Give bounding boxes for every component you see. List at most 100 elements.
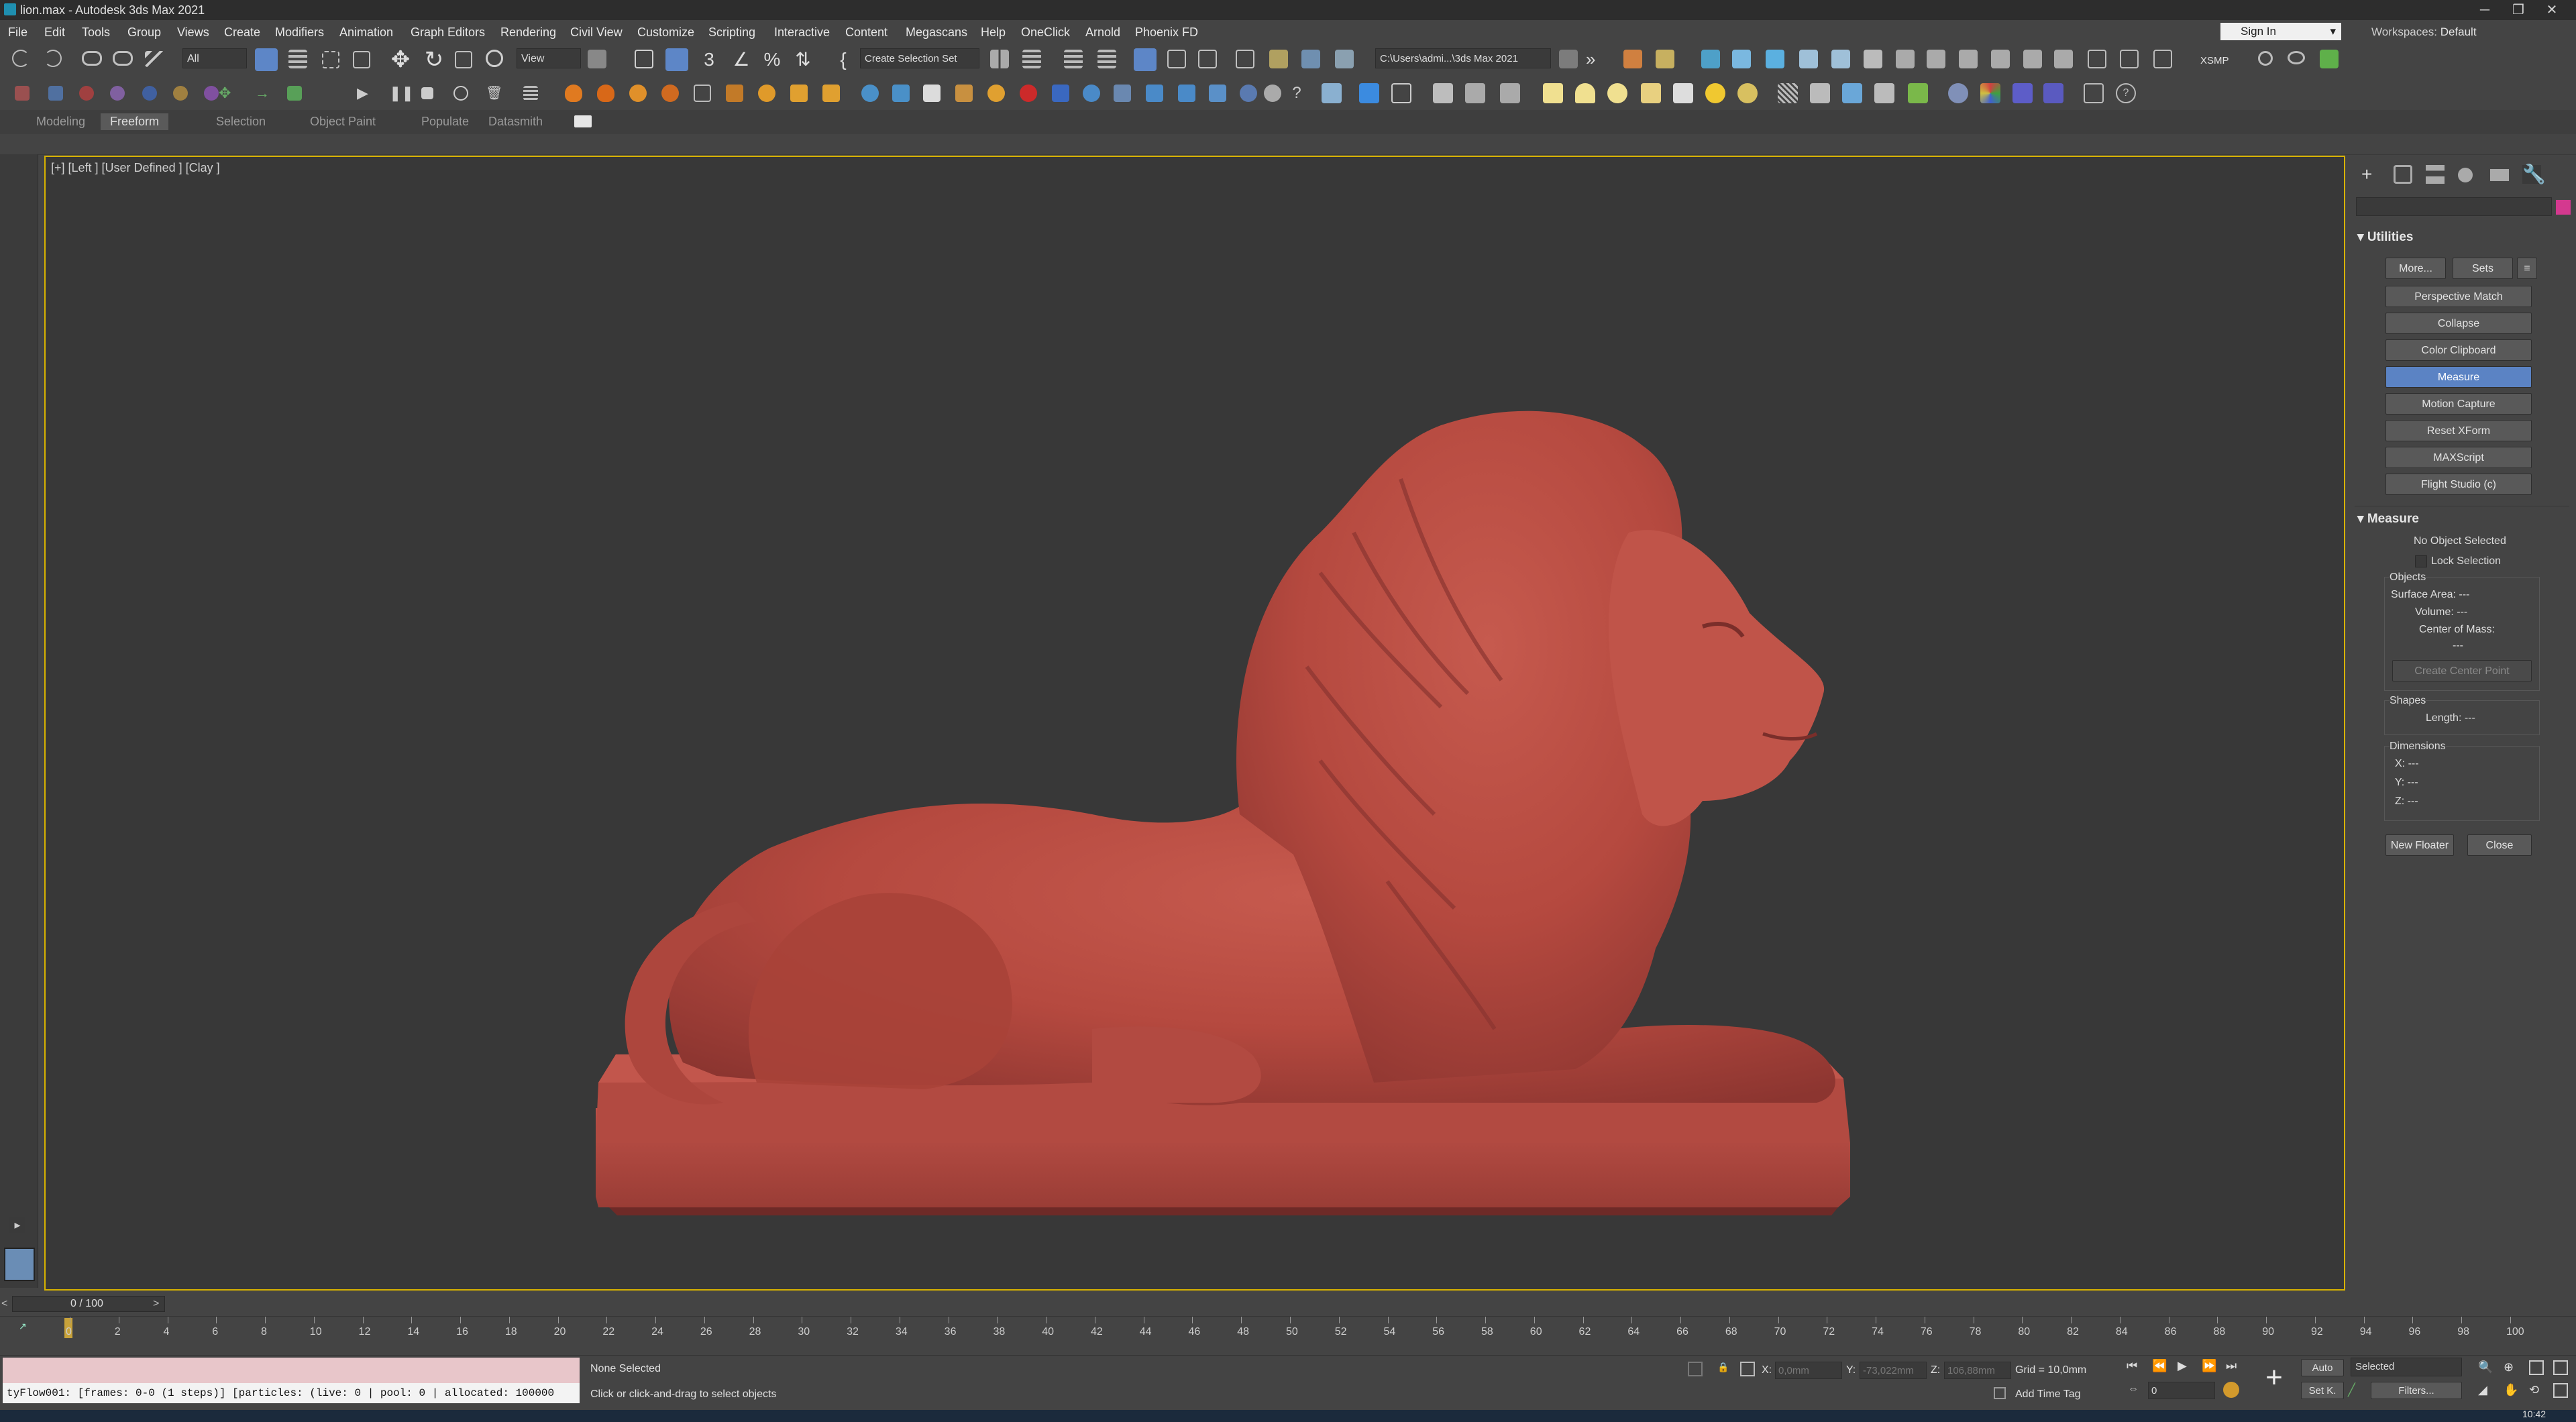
arnold-aov-icon[interactable]: [1959, 50, 1978, 68]
rectangular-selection-icon[interactable]: [322, 51, 339, 68]
measure-button[interactable]: Measure: [2385, 366, 2532, 388]
reference-coordinate-dropdown[interactable]: View: [517, 48, 581, 68]
sphere-light-icon[interactable]: [1607, 83, 1627, 103]
motion-capture-button[interactable]: Motion Capture: [2385, 393, 2532, 415]
collapse-button[interactable]: Collapse: [2385, 313, 2532, 334]
liquid-source-icon[interactable]: [892, 85, 910, 102]
y-coord-field[interactable]: -73,022mm: [1860, 1362, 1927, 1379]
create-center-point-button[interactable]: Create Center Point: [2392, 660, 2532, 681]
motion-tab-icon[interactable]: [2458, 168, 2473, 182]
create-tab-icon[interactable]: +: [2361, 165, 2380, 184]
arnold-shader-icon[interactable]: [2023, 50, 2042, 68]
tab-datasmith[interactable]: Datasmith: [488, 115, 543, 129]
unlink-icon[interactable]: [113, 51, 133, 66]
restore-button[interactable]: ❐: [2502, 1, 2534, 19]
go-to-start-icon[interactable]: ⏮: [2127, 1359, 2143, 1375]
blue-sphere-icon[interactable]: [142, 86, 157, 101]
menu-scripting[interactable]: Scripting: [708, 25, 755, 40]
phoenix-grid-icon[interactable]: [694, 85, 711, 102]
phoenix-fire-icon[interactable]: [629, 85, 647, 102]
ies-light-icon[interactable]: [1673, 83, 1693, 103]
wave-icon[interactable]: [1114, 85, 1131, 102]
rendered-frame-window-icon[interactable]: [1301, 50, 1320, 68]
menu-group[interactable]: Group: [127, 25, 161, 40]
align-icon[interactable]: [1022, 50, 1041, 68]
arnold-operator-icon[interactable]: [2054, 50, 2073, 68]
menu-megascans[interactable]: Megascans: [906, 25, 967, 40]
drop-icon[interactable]: [1240, 85, 1257, 102]
perspective-match-button[interactable]: Perspective Match: [2385, 286, 2532, 307]
scale-icon[interactable]: [455, 51, 472, 68]
arnold-ramp-icon[interactable]: [1991, 50, 2010, 68]
render-window-icon[interactable]: [1322, 83, 1342, 103]
material-editor-icon[interactable]: [1236, 50, 1254, 68]
splash-icon[interactable]: [955, 85, 973, 102]
clipper-icon[interactable]: [1874, 83, 1894, 103]
grid-icon[interactable]: [2153, 50, 2172, 68]
river-icon[interactable]: [1178, 85, 1195, 102]
schematic-view-icon[interactable]: [1198, 50, 1217, 68]
sun-icon[interactable]: [987, 85, 1005, 102]
project-folder-dropdown[interactable]: C:\Users\admi...\3ds Max 2021: [1375, 48, 1551, 68]
xsmp-cloud-icon[interactable]: [2288, 51, 2305, 64]
previous-key-icon[interactable]: ⏪: [2152, 1359, 2168, 1375]
vfb-icon[interactable]: [2012, 83, 2033, 103]
arnold-material-icon[interactable]: [1732, 50, 1751, 68]
layout-thumbnail[interactable]: [4, 1248, 35, 1281]
menu-customize[interactable]: Customize: [637, 25, 694, 40]
auto-key-button[interactable]: Auto: [2301, 1359, 2344, 1376]
new-floater-button[interactable]: New Floater: [2385, 834, 2454, 856]
menu-phoenix-fd[interactable]: Phoenix FD: [1135, 25, 1198, 40]
phoenix-source-icon[interactable]: [726, 85, 743, 102]
menu-interactive[interactable]: Interactive: [774, 25, 830, 40]
color-clipboard-button[interactable]: Color Clipboard: [2385, 339, 2532, 361]
menu-edit[interactable]: Edit: [44, 25, 65, 40]
phoenix-tool-icon[interactable]: [822, 85, 840, 102]
help-icon[interactable]: ?: [1288, 85, 1305, 102]
arnold-render-icon[interactable]: [1623, 50, 1642, 68]
select-object-icon[interactable]: [255, 48, 278, 71]
time-slider[interactable]: 0 / 100: [12, 1296, 165, 1312]
arnold-ipr-icon[interactable]: [1701, 50, 1720, 68]
mesh-light-icon[interactable]: [1641, 83, 1661, 103]
tab-modeling[interactable]: Modeling: [36, 115, 85, 129]
layer-explorer-icon[interactable]: [1097, 50, 1116, 68]
delete-icon[interactable]: 🗑: [486, 86, 502, 101]
tab-freeform[interactable]: Freeform: [101, 113, 169, 130]
list-icon[interactable]: [523, 86, 538, 101]
menu-arnold[interactable]: Arnold: [1085, 25, 1120, 40]
menu-rendering[interactable]: Rendering: [500, 25, 556, 40]
dome-light-icon[interactable]: [1575, 83, 1595, 103]
fur-icon[interactable]: [1778, 83, 1798, 103]
hierarchy-tab-icon[interactable]: [2426, 165, 2445, 184]
maximize-viewport-icon[interactable]: [2553, 1383, 2568, 1398]
prev-frame-icon[interactable]: <: [1, 1296, 12, 1312]
track-bar[interactable]: ↗ 0 2 4 6 8 10 12 14 16 18 20 22 24 26 28 30 32 34 36 38 40 4…: [0, 1316, 2576, 1346]
safe-frame-icon[interactable]: [2120, 50, 2139, 68]
toggle-ribbon-icon[interactable]: [1134, 48, 1157, 71]
utilities-rollout-header[interactable]: ▾ Utilities: [2357, 229, 2413, 245]
link-icon[interactable]: [82, 51, 102, 66]
measure-rollout-header[interactable]: ▾ Measure: [2357, 511, 2419, 527]
xsmp-layers-icon[interactable]: [2320, 50, 2339, 68]
arnold-volume-icon[interactable]: [1896, 50, 1915, 68]
time-configuration-icon[interactable]: ⇔: [2128, 1383, 2143, 1398]
displacement-icon[interactable]: [1842, 83, 1862, 103]
window-crossing-icon[interactable]: [353, 51, 370, 68]
selection-filter-dropdown[interactable]: All: [182, 48, 247, 68]
pause-icon[interactable]: ❚❚: [389, 86, 414, 101]
purple-sphere-icon[interactable]: [204, 86, 219, 101]
foam-icon[interactable]: [923, 85, 941, 102]
particle-view-icon[interactable]: [48, 86, 63, 101]
field-of-view-icon[interactable]: ◢: [2478, 1383, 2493, 1398]
phoenix-smoke-icon[interactable]: [661, 85, 679, 102]
tyflow-icon[interactable]: [15, 86, 30, 101]
configure-sets-icon[interactable]: ≡: [2517, 258, 2537, 279]
arnold-light-icon[interactable]: [1766, 50, 1784, 68]
menu-help[interactable]: Help: [981, 25, 1006, 40]
close-window-button[interactable]: ✕: [2536, 1, 2568, 19]
move-object-icon[interactable]: ✥: [219, 86, 233, 101]
time-tag-icon[interactable]: [1994, 1387, 2006, 1399]
x-coord-field[interactable]: 0,0mm: [1775, 1362, 1842, 1379]
tab-populate[interactable]: Populate: [421, 115, 469, 129]
